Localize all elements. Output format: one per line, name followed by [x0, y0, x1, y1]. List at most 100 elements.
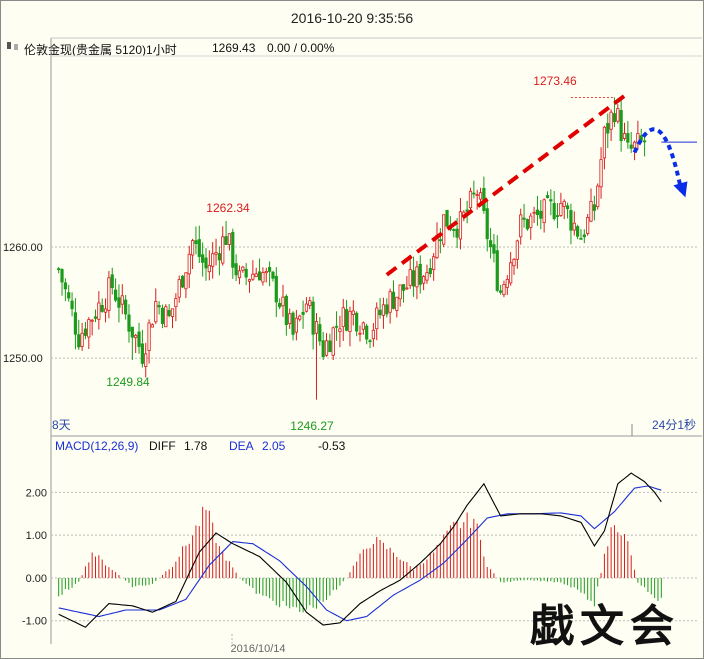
candle-body [137, 331, 141, 347]
candle-body [562, 200, 566, 207]
candle-body [488, 240, 493, 248]
candle-body [418, 263, 422, 285]
candle-body [224, 236, 228, 245]
candle-body [291, 312, 295, 335]
candle-body [157, 305, 161, 308]
candle-body [576, 226, 580, 237]
candle-body [97, 302, 101, 320]
candle-body [458, 211, 463, 240]
candle-body [555, 215, 560, 217]
candle-body [231, 231, 235, 268]
date-label: 2016/10/14 [230, 643, 285, 655]
candle-body [619, 110, 623, 142]
signature: 戯文会 [530, 601, 680, 652]
dea-label: DEA [229, 439, 254, 453]
candle-body [70, 300, 74, 310]
candle-body [261, 272, 265, 283]
candle-body [247, 279, 252, 282]
candle-body [579, 237, 583, 240]
candle-body [154, 301, 158, 323]
candle-body [549, 199, 553, 202]
candle-body [569, 210, 573, 231]
candle-body [67, 292, 71, 299]
candle-body [351, 310, 355, 315]
candle-body [311, 301, 315, 335]
candle-body [371, 329, 375, 340]
candle-body [294, 317, 298, 333]
candle-body [194, 240, 198, 245]
candle-body [381, 304, 386, 316]
candle-body [117, 297, 121, 308]
annotation-low-left: 1249.84 [106, 375, 150, 389]
candle-body [495, 250, 499, 291]
annotation-low: 1246.27 [290, 419, 334, 433]
candle-body [502, 283, 506, 295]
candle-body [164, 306, 168, 328]
candle-body [184, 272, 188, 290]
candle-body [334, 325, 339, 328]
candle-body [442, 214, 446, 245]
candle-body [73, 312, 78, 335]
candle-body [405, 287, 409, 290]
candle-body [622, 133, 627, 139]
candle-body [227, 233, 232, 245]
candle-body [167, 309, 171, 317]
candle-body [204, 257, 208, 269]
candle-body [565, 205, 570, 210]
candle-body [525, 219, 530, 230]
dea-value: 2.05 [262, 439, 286, 453]
candle-body [388, 291, 392, 313]
candle-body [237, 270, 242, 279]
diff-value: 1.78 [184, 439, 208, 453]
candle-body [582, 234, 586, 238]
candle-body [592, 204, 596, 211]
candle-body [626, 133, 630, 143]
candle-body [180, 275, 185, 288]
candle-body [428, 268, 432, 274]
candle-body [134, 334, 138, 339]
candle-body [304, 303, 309, 312]
candle-body [57, 268, 61, 271]
candle-body [602, 126, 607, 159]
trend-arrow-line [385, 94, 626, 277]
candle-body [505, 278, 509, 288]
candle-body [308, 300, 312, 306]
candle-body [589, 200, 593, 222]
candle-body [301, 311, 305, 315]
candle-body [338, 328, 342, 333]
candle-body [107, 277, 111, 311]
candle-body [361, 322, 365, 330]
candle-body [274, 275, 278, 303]
candle-body [432, 256, 436, 270]
candle-body [234, 263, 238, 276]
macd-tick-label: -1.00 [22, 616, 47, 628]
candle-body [268, 267, 272, 272]
candle-body [80, 332, 84, 347]
candle-body [545, 195, 550, 199]
candle-body [492, 244, 496, 254]
candle-body [217, 253, 221, 261]
candle-body [314, 321, 319, 334]
candle-body [257, 271, 262, 281]
candle-body [214, 252, 218, 255]
candle-body [368, 340, 372, 343]
candle-body [468, 190, 473, 209]
candle-body [90, 319, 94, 322]
candle-body [395, 296, 399, 311]
candle-body [515, 240, 519, 260]
candle-body [375, 307, 379, 330]
candle-body [378, 309, 382, 316]
candle-body [348, 310, 352, 332]
candle-body [113, 289, 118, 301]
candle-body [160, 307, 165, 324]
candle-body [539, 210, 543, 219]
candle-body [241, 266, 245, 271]
candle-body [438, 239, 442, 242]
macd-label: MACD(12,26,9) [55, 439, 138, 453]
candle-body [271, 271, 275, 279]
candle-body [254, 273, 258, 278]
candle-body [93, 316, 98, 319]
candle-body [586, 217, 590, 234]
candle-body [509, 262, 513, 284]
macd-tick-label: 2.00 [26, 487, 47, 499]
